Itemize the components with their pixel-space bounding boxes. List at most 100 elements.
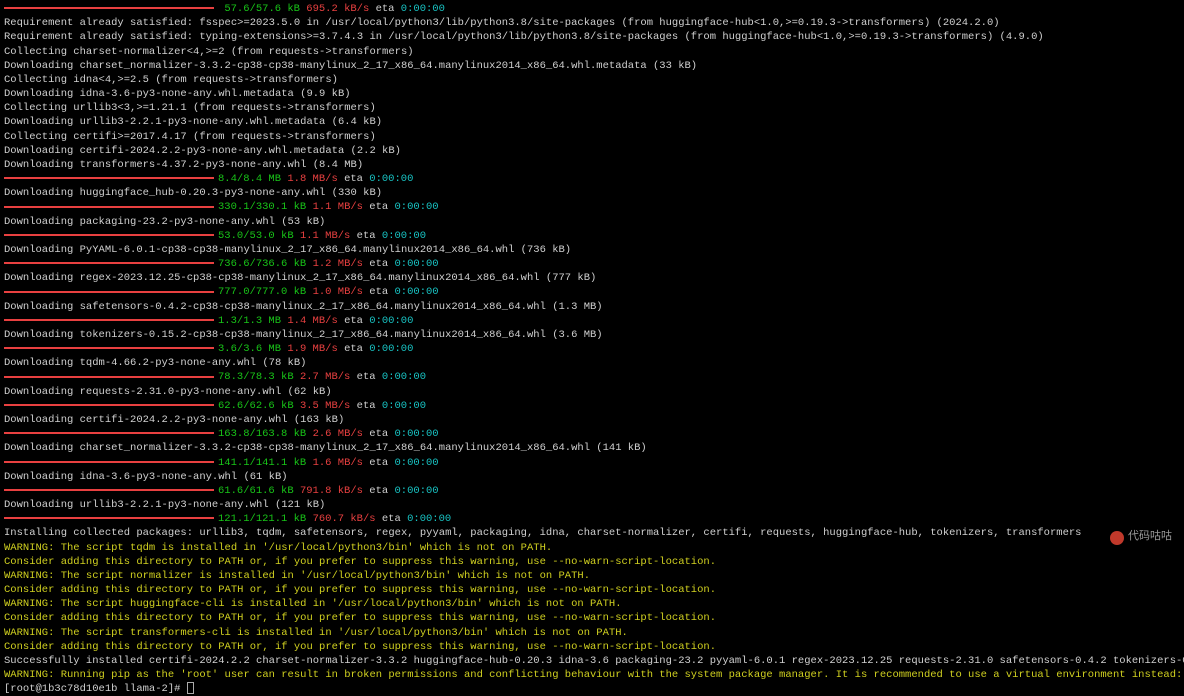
csdn-icon (1110, 531, 1124, 545)
collecting-line: Collecting certifi>=2017.4.17 (from requ… (4, 130, 1180, 144)
progress-bar-icon (4, 262, 214, 264)
download-line: Downloading urllib3-2.2.1-py3-none-any.w… (4, 498, 1180, 512)
collecting-dl-line: Downloading charset_normalizer-3.3.2-cp3… (4, 59, 1180, 73)
progress-total: 163.8 kB (256, 428, 306, 440)
progress-rate: 695.2 kB/s (306, 3, 369, 15)
progress-eta: 0:00:00 (407, 513, 451, 525)
download-line: Downloading safetensors-0.4.2-cp38-cp38-… (4, 300, 1180, 314)
download-line: Downloading tokenizers-0.15.2-cp38-cp38-… (4, 328, 1180, 342)
shell-prompt[interactable]: [root@1b3c78d10e1b llama-2]# (4, 682, 1180, 696)
warning-line: WARNING: The script normalizer is instal… (4, 569, 1180, 583)
collecting-line: Collecting urllib3<3,>=1.21.1 (from requ… (4, 101, 1180, 115)
download-line: Downloading certifi-2024.2.2-py3-none-an… (4, 413, 1180, 427)
progress-eta: 0:00:00 (395, 457, 439, 469)
progress-line: 121.1/121.1 kB 760.7 kB/s eta 0:00:00 (4, 512, 1180, 526)
progress-eta: 0:00:00 (395, 201, 439, 213)
progress-line: 3.6/3.6 MB 1.9 MB/s eta 0:00:00 (4, 342, 1180, 356)
progress-cur: 57.6 (224, 3, 249, 15)
progress-rate: 760.7 kB/s (313, 513, 376, 525)
progress-line: 777.0/777.0 kB 1.0 MB/s eta 0:00:00 (4, 285, 1180, 299)
progress-cur: 61.6 (218, 485, 243, 497)
progress-rate: 1.1 MB/s (300, 230, 350, 242)
progress-rate: 1.2 MB/s (313, 258, 363, 270)
download-line: Downloading huggingface_hub-0.20.3-py3-n… (4, 186, 1180, 200)
warning-line: Consider adding this directory to PATH o… (4, 640, 1180, 654)
progress-line: 1.3/1.3 MB 1.4 MB/s eta 0:00:00 (4, 314, 1180, 328)
progress-eta: 0:00:00 (369, 173, 413, 185)
progress-total: 53.0 kB (250, 230, 294, 242)
progress-cur: 1.3 (218, 315, 237, 327)
progress-rate: 1.9 MB/s (287, 343, 337, 355)
progress-cur: 736.6 (218, 258, 250, 270)
progress-cur: 777.0 (218, 286, 250, 298)
progress-rate: 2.6 MB/s (313, 428, 363, 440)
download-line: Downloading idna-3.6-py3-none-any.whl (6… (4, 470, 1180, 484)
cursor-icon (187, 682, 194, 694)
collecting-dl-line: Downloading certifi-2024.2.2-py3-none-an… (4, 144, 1180, 158)
requirement-line: Requirement already satisfied: fsspec>=2… (4, 16, 1180, 30)
progress-line: 736.6/736.6 kB 1.2 MB/s eta 0:00:00 (4, 257, 1180, 271)
progress-bar-icon (4, 7, 214, 9)
requirement-line: Requirement already satisfied: typing-ex… (4, 30, 1180, 44)
progress-bar-icon (4, 234, 214, 236)
download-line: Downloading regex-2023.12.25-cp38-cp38-m… (4, 271, 1180, 285)
progress-total: 8.4 MB (243, 173, 281, 185)
root-warning-line: WARNING: Running pip as the 'root' user … (4, 668, 1180, 682)
progress-rate: 1.0 MB/s (313, 286, 363, 298)
progress-line: 78.3/78.3 kB 2.7 MB/s eta 0:00:00 (4, 370, 1180, 384)
progress-bar-icon (4, 404, 214, 406)
progress-rate: 1.4 MB/s (287, 315, 337, 327)
progress-eta: 0:00:00 (382, 371, 426, 383)
progress-cur: 8.4 (218, 173, 237, 185)
warning-line: Consider adding this directory to PATH o… (4, 555, 1180, 569)
progress-cur: 62.6 (218, 400, 243, 412)
progress-total: 121.1 kB (256, 513, 306, 525)
progress-eta: 0:00:00 (395, 286, 439, 298)
progress-total: 57.6 kB (256, 3, 300, 15)
progress-total: 777.0 kB (256, 286, 306, 298)
progress-rate: 791.8 kB/s (300, 485, 363, 497)
progress-cur: 3.6 (218, 343, 237, 355)
download-line: Downloading packaging-23.2-py3-none-any.… (4, 215, 1180, 229)
progress-cur: 163.8 (218, 428, 250, 440)
progress-bar-icon (4, 489, 214, 491)
progress-total: 61.6 kB (250, 485, 294, 497)
terminal-output: 57.6/57.6 kB 695.2 kB/s eta 0:00:00 Requ… (4, 2, 1180, 696)
progress-bar-icon (4, 177, 214, 179)
progress-rate: 2.7 MB/s (300, 371, 350, 383)
warning-line: WARNING: The script huggingface-cli is i… (4, 597, 1180, 611)
progress-total: 736.6 kB (256, 258, 306, 270)
progress-bar-icon (4, 461, 214, 463)
progress-cur: 121.1 (218, 513, 250, 525)
progress-total: 1.3 MB (243, 315, 281, 327)
progress-line: 330.1/330.1 kB 1.1 MB/s eta 0:00:00 (4, 200, 1180, 214)
progress-bar-icon (4, 291, 214, 293)
download-line: Downloading charset_normalizer-3.3.2-cp3… (4, 441, 1180, 455)
progress-cur: 53.0 (218, 230, 243, 242)
progress-bar-icon (4, 319, 214, 321)
progress-line: 62.6/62.6 kB 3.5 MB/s eta 0:00:00 (4, 399, 1180, 413)
progress-eta: 0:00:00 (382, 400, 426, 412)
progress-line: 163.8/163.8 kB 2.6 MB/s eta 0:00:00 (4, 427, 1180, 441)
download-line: Downloading tqdm-4.66.2-py3-none-any.whl… (4, 356, 1180, 370)
progress-cur: 330.1 (218, 201, 250, 213)
progress-line: 141.1/141.1 kB 1.6 MB/s eta 0:00:00 (4, 456, 1180, 470)
progress-rate: 1.6 MB/s (313, 457, 363, 469)
warning-line: Consider adding this directory to PATH o… (4, 611, 1180, 625)
progress-eta: 0:00:00 (382, 230, 426, 242)
progress-bar-icon (4, 376, 214, 378)
progress-cur: 141.1 (218, 457, 250, 469)
download-line: Downloading requests-2.31.0-py3-none-any… (4, 385, 1180, 399)
collecting-line: Collecting charset-normalizer<4,>=2 (fro… (4, 45, 1180, 59)
progress-bar-icon (4, 206, 214, 208)
progress-total: 141.1 kB (256, 457, 306, 469)
warning-line: Consider adding this directory to PATH o… (4, 583, 1180, 597)
progress-rate: 1.1 MB/s (313, 201, 363, 213)
installing-line: Installing collected packages: urllib3, … (4, 526, 1180, 540)
download-line: Downloading PyYAML-6.0.1-cp38-cp38-manyl… (4, 243, 1180, 257)
progress-line: 53.0/53.0 kB 1.1 MB/s eta 0:00:00 (4, 229, 1180, 243)
progress-rate: 3.5 MB/s (300, 400, 350, 412)
download-line: Downloading transformers-4.37.2-py3-none… (4, 158, 1180, 172)
progress-eta: 0:00:00 (395, 258, 439, 270)
watermark: 代码咕咕 (1110, 530, 1172, 545)
